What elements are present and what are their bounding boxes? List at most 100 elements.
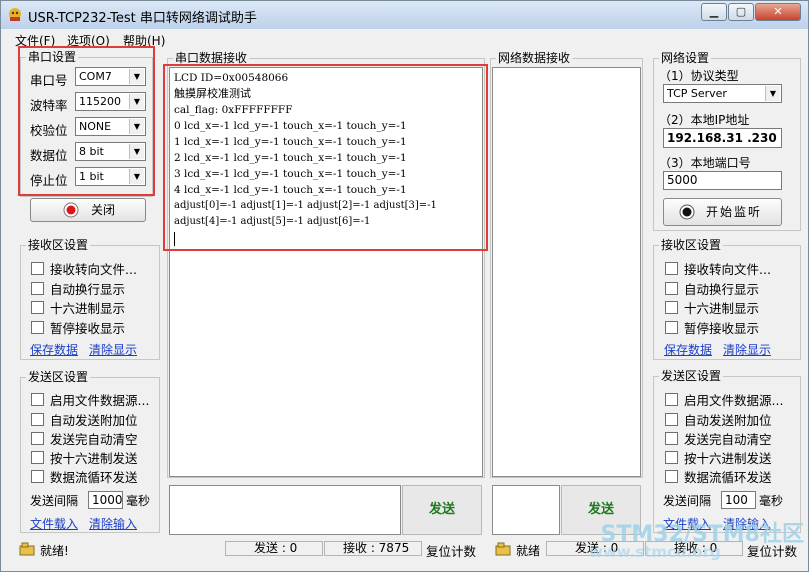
menu-options[interactable]: 选项(O)	[67, 32, 110, 49]
checkbox[interactable]	[665, 470, 678, 483]
right-receive-option-wrap[interactable]: 自动换行显示	[665, 279, 759, 298]
checkbox[interactable]	[665, 321, 678, 334]
checkbox[interactable]	[665, 262, 678, 275]
left-send-option-append[interactable]: 自动发送附加位	[31, 410, 138, 429]
left-interval-label: 发送间隔	[30, 494, 79, 508]
checkbox[interactable]	[31, 432, 44, 445]
start-listen-button[interactable]: 开始监听	[663, 198, 782, 226]
menu-file[interactable]: 文件(F)	[15, 32, 55, 49]
protocol-select[interactable]: TCP Server ▼	[663, 84, 782, 103]
protocol-value: TCP Server	[667, 87, 727, 100]
chevron-down-icon[interactable]: ▼	[129, 119, 144, 134]
left-receive-option-file[interactable]: 接收转向文件...	[31, 259, 137, 278]
checkbox[interactable]	[31, 301, 44, 314]
baud-select[interactable]: 115200 ▼	[75, 92, 146, 111]
ip-value: 192.168.31 .230	[667, 131, 777, 145]
checkbox[interactable]	[31, 393, 44, 406]
port-select[interactable]: COM7 ▼	[75, 67, 146, 86]
chevron-down-icon[interactable]: ▼	[765, 86, 780, 101]
right-receive-option-file[interactable]: 接收转向文件...	[665, 259, 771, 278]
log-line: adjust[0]=-1 adjust[1]=-1 adjust[2]=-1 a…	[174, 200, 437, 211]
option-label: 启用文件数据源...	[684, 393, 784, 408]
title-bar[interactable]: USR-TCP232-Test 串口转网络调试助手 ▁ ▢ ✕	[1, 1, 808, 29]
left-interval-value: 1000	[92, 493, 123, 507]
minimize-button[interactable]: ▁	[701, 3, 727, 21]
left-receive-option-hex[interactable]: 十六进制显示	[31, 298, 125, 317]
maximize-button[interactable]: ▢	[728, 3, 754, 21]
checkbox[interactable]	[665, 282, 678, 295]
option-label: 自动发送附加位	[684, 413, 772, 428]
serial-send-button[interactable]: 发送	[402, 485, 482, 535]
right-interval-input[interactable]: 100	[721, 491, 756, 509]
checkbox[interactable]	[665, 451, 678, 464]
network-send-textarea[interactable]	[492, 485, 560, 535]
checkbox[interactable]	[31, 451, 44, 464]
chevron-down-icon[interactable]: ▼	[129, 94, 144, 109]
checkbox[interactable]	[665, 393, 678, 406]
option-label: 启用文件数据源...	[50, 393, 150, 408]
option-label: 自动换行显示	[50, 282, 126, 297]
option-label: 自动发送附加位	[50, 413, 138, 428]
left-file-load-link[interactable]: 文件载入	[30, 515, 78, 532]
parity-value: NONE	[79, 120, 112, 133]
chevron-down-icon[interactable]: ▼	[129, 144, 144, 159]
menu-help[interactable]: 帮助(H)	[123, 32, 165, 49]
databits-select[interactable]: 8 bit ▼	[75, 142, 146, 161]
right-clear-display-link[interactable]: 清除显示	[723, 341, 771, 358]
left-clear-display-link[interactable]: 清除显示	[89, 341, 137, 358]
reset-count-left[interactable]: 复位计数	[426, 541, 476, 560]
right-send-option-loop[interactable]: 数据流循环发送	[665, 467, 772, 486]
status-icon	[495, 542, 511, 556]
checkbox[interactable]	[31, 321, 44, 334]
network-receive-textarea[interactable]	[492, 67, 641, 477]
serial-send-textarea[interactable]	[169, 485, 401, 535]
port-value: COM7	[79, 70, 112, 83]
close-port-button[interactable]: 关闭	[30, 198, 146, 222]
left-receive-option-wrap[interactable]: 自动换行显示	[31, 279, 125, 298]
right-send-option-append[interactable]: 自动发送附加位	[665, 410, 772, 429]
log-line: 1 lcd_x=-1 lcd_y=-1 touch_x=-1 touch_y=-…	[174, 136, 407, 148]
right-send-option-file[interactable]: 启用文件数据源...	[665, 390, 783, 409]
left-send-option-loop[interactable]: 数据流循环发送	[31, 467, 138, 486]
left-save-data-link[interactable]: 保存数据	[30, 341, 78, 358]
databits-value: 8 bit	[79, 145, 104, 158]
left-send-option-autoclear[interactable]: 发送完自动清空	[31, 429, 138, 448]
checkbox[interactable]	[665, 301, 678, 314]
serial-receive-title: 串口数据接收	[173, 51, 250, 65]
checkbox[interactable]	[665, 432, 678, 445]
chevron-down-icon[interactable]: ▼	[129, 169, 144, 184]
local-port-input[interactable]: 5000	[663, 171, 782, 190]
stopbits-select[interactable]: 1 bit ▼	[75, 167, 146, 186]
checkbox[interactable]	[31, 413, 44, 426]
network-settings-title: 网络设置	[659, 51, 712, 65]
right-receive-option-pause[interactable]: 暂停接收显示	[665, 318, 759, 337]
option-label: 按十六进制发送	[50, 451, 138, 466]
right-send-title: 发送区设置	[659, 369, 724, 383]
right-interval-label: 发送间隔	[663, 494, 712, 508]
left-receive-option-pause[interactable]: 暂停接收显示	[31, 318, 125, 337]
baud-value: 115200	[79, 95, 121, 108]
log-line: 2 lcd_x=-1 lcd_y=-1 touch_x=-1 touch_y=-…	[174, 152, 407, 164]
left-send-option-file[interactable]: 启用文件数据源...	[31, 390, 149, 409]
right-send-option-autoclear[interactable]: 发送完自动清空	[665, 429, 772, 448]
checkbox[interactable]	[31, 262, 44, 275]
ip-input[interactable]: 192.168.31 .230	[663, 128, 782, 148]
chevron-down-icon[interactable]: ▼	[129, 69, 144, 84]
serial-receive-textarea[interactable]: LCD ID=0x00548066 触摸屏校准测试 cal_flag: 0xFF…	[169, 67, 483, 477]
log-line: 0 lcd_x=-1 lcd_y=-1 touch_x=-1 touch_y=-…	[174, 120, 407, 132]
checkbox[interactable]	[665, 413, 678, 426]
parity-select[interactable]: NONE ▼	[75, 117, 146, 136]
right-save-data-link[interactable]: 保存数据	[664, 341, 712, 358]
checkbox[interactable]	[31, 282, 44, 295]
network-send-label: 发送	[587, 502, 614, 517]
option-label: 发送完自动清空	[50, 432, 138, 447]
left-send-option-hex[interactable]: 按十六进制发送	[31, 448, 138, 467]
left-clear-input-link[interactable]: 清除输入	[89, 515, 137, 532]
local-port-value: 5000	[667, 173, 698, 187]
checkbox[interactable]	[31, 470, 44, 483]
close-window-button[interactable]: ✕	[755, 3, 801, 21]
left-interval-input[interactable]: 1000	[88, 491, 123, 509]
right-receive-option-hex[interactable]: 十六进制显示	[665, 298, 759, 317]
option-label: 按十六进制发送	[684, 451, 772, 466]
right-send-option-hex[interactable]: 按十六进制发送	[665, 448, 772, 467]
